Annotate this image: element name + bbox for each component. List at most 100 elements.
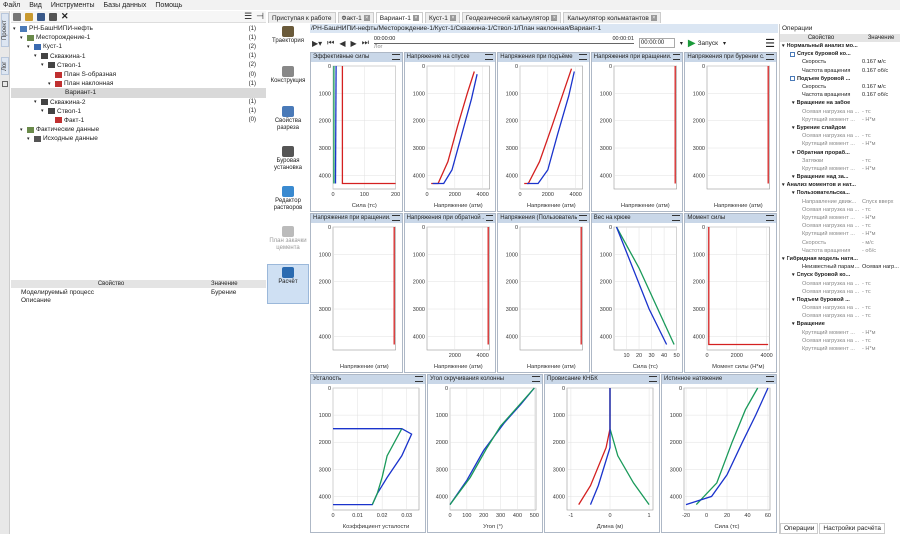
expand-icon[interactable]: ▾: [792, 297, 795, 303]
expand-icon[interactable]: ▾: [782, 43, 785, 49]
chart-menu-icon[interactable]: [672, 54, 681, 60]
play-icon[interactable]: ▶▾: [312, 39, 322, 48]
expand-icon[interactable]: ▾: [792, 272, 795, 278]
operation-row[interactable]: Осевая нагрузка на ... - тс: [780, 222, 900, 230]
menu-icon[interactable]: ☰: [244, 11, 252, 22]
pin-icon[interactable]: ⊣: [256, 11, 264, 22]
tool-button[interactable]: План закачки цемента: [267, 224, 309, 264]
tree-item[interactable]: Факт-1 (0): [11, 116, 266, 125]
run-button[interactable]: ▶ Запуск: [688, 38, 718, 49]
expand-icon[interactable]: ▾: [48, 81, 53, 87]
step-forward-icon[interactable]: ▶: [351, 39, 357, 48]
operation-row[interactable]: Крутящий момент ... - Н*м: [780, 230, 900, 238]
operation-row[interactable]: Осевая нагрузка на ... - тс: [780, 304, 900, 312]
expand-icon[interactable]: ▾: [792, 321, 795, 327]
skip-start-icon[interactable]: ⏮: [327, 38, 334, 48]
tree-item[interactable]: ▾ Куст-1 (2): [11, 42, 266, 51]
operation-row[interactable]: Крутящий момент ... - Н*м: [780, 329, 900, 337]
operation-row[interactable]: Направление движ... Спуск вверх: [780, 198, 900, 206]
operation-row[interactable]: Осевая нагрузка на ... - тс: [780, 337, 900, 345]
operation-row[interactable]: Осевая нагрузка на ... - тс: [780, 108, 900, 116]
tree-item[interactable]: ▾ Исходные данные: [11, 134, 266, 143]
properties-row[interactable]: Моделируемый процесс Бурение: [11, 288, 266, 296]
chart-menu-icon[interactable]: [579, 215, 587, 221]
expand-icon[interactable]: ▾: [20, 127, 25, 133]
menu-item[interactable]: Инструменты: [51, 2, 95, 9]
operation-row[interactable]: Скорость 0.167 м/с: [780, 58, 900, 66]
tree-item[interactable]: ▾ Ствол-1 (1): [11, 107, 266, 116]
step-back-icon[interactable]: ◀: [339, 39, 345, 48]
new-file-icon[interactable]: [13, 12, 21, 21]
chart-menu-icon[interactable]: [391, 54, 400, 60]
tool-button[interactable]: Конструкция: [267, 64, 309, 104]
operation-row[interactable]: ▾ Пользовательска...: [780, 189, 900, 197]
expand-icon[interactable]: ▾: [20, 35, 25, 41]
expand-icon[interactable]: ▾: [34, 99, 39, 105]
operation-row[interactable]: ▾ Обратная прораб...: [780, 148, 900, 156]
operation-row[interactable]: Крутящий момент ... - Н*м: [780, 140, 900, 148]
close-tab-icon[interactable]: ×: [551, 15, 558, 21]
operation-row[interactable]: ▾ Подъем буровой ...: [780, 296, 900, 304]
operation-row[interactable]: Крутящий момент ... - Н*м: [780, 165, 900, 173]
operation-row[interactable]: ▾ Вращение над за...: [780, 173, 900, 181]
operation-row[interactable]: Скорость 0.167 м/с: [780, 83, 900, 91]
operation-row[interactable]: Крутящий момент ... - Н*м: [780, 345, 900, 353]
operations-tab[interactable]: Настройки расчёта: [819, 523, 886, 534]
timeline[interactable]: 00:00:00 00:00:01 Лог: [373, 36, 634, 50]
document-tab[interactable]: Приступая к работе: [268, 12, 336, 23]
menu-item[interactable]: Помощь: [155, 2, 182, 9]
expand-icon[interactable]: ▾: [792, 100, 795, 106]
checkbox[interactable]: [790, 76, 795, 82]
tool-button[interactable]: Свойства разреза: [267, 104, 309, 144]
operation-row[interactable]: ▾ Вращение на забое: [780, 99, 900, 107]
chart-menu-icon[interactable]: [765, 215, 774, 221]
run-dropdown-icon[interactable]: ▾: [723, 40, 726, 47]
operation-row[interactable]: Частота вращения 0.167 об/с: [780, 67, 900, 75]
menu-item[interactable]: Базы данных: [104, 2, 147, 9]
side-tab[interactable]: Лог: [1, 57, 9, 75]
operation-row[interactable]: Осевая нагрузка на ... - тс: [780, 312, 900, 320]
tree-item[interactable]: ▾ РН-БашНИПИ-нефть (1): [11, 24, 266, 33]
tree-item[interactable]: ▾ План наклонная (1): [11, 79, 266, 88]
operation-row[interactable]: Крутящий момент ... - Н*м: [780, 214, 900, 222]
tool-button[interactable]: Буровая установка: [267, 144, 309, 184]
operation-row[interactable]: Частота вращения 0.167 об/с: [780, 91, 900, 99]
operation-row[interactable]: Частота вращения - об/с: [780, 247, 900, 255]
operation-row[interactable]: ▾ Спуск буровой ко...: [780, 271, 900, 279]
chart-menu-icon[interactable]: [485, 215, 494, 221]
close-tab-icon[interactable]: ×: [449, 15, 456, 21]
checkbox[interactable]: [790, 51, 795, 57]
document-tab[interactable]: Геодезический калькулятор ×: [461, 12, 562, 23]
tree-item[interactable]: План S-образная (0): [11, 70, 266, 79]
tree-item[interactable]: ▾ Фактические данные: [11, 125, 266, 134]
chart-menu-icon[interactable]: [766, 376, 774, 382]
tree-item[interactable]: ▾ Ствол-1 (2): [11, 61, 266, 70]
tree-item[interactable]: ▾ Скважина-2 (1): [11, 98, 266, 107]
timeline-track[interactable]: [373, 43, 634, 44]
grid-icon[interactable]: [2, 81, 8, 87]
expand-icon[interactable]: ▾: [792, 190, 795, 196]
expand-icon[interactable]: ▾: [27, 44, 32, 50]
operation-row[interactable]: Скорость - м/с: [780, 239, 900, 247]
expand-icon[interactable]: ▾: [13, 26, 18, 32]
document-tab[interactable]: Калькулятор кольматантов ×: [563, 12, 661, 23]
save-icon[interactable]: [37, 12, 45, 21]
expand-icon[interactable]: ▾: [41, 62, 46, 68]
operation-row[interactable]: Затяжки - тс: [780, 157, 900, 165]
expand-icon[interactable]: ▾: [41, 108, 46, 114]
document-tab[interactable]: Факт-1 ×: [337, 12, 374, 23]
tool-button[interactable]: Расчёт: [267, 264, 309, 304]
operations-tab[interactable]: Операции: [780, 523, 819, 534]
menu-item[interactable]: Вид: [29, 2, 42, 9]
chart-menu-icon[interactable]: [578, 54, 587, 60]
operation-row[interactable]: ▾ Нормальный анализ мо...: [780, 42, 900, 50]
chart-menu-icon[interactable]: [415, 376, 423, 382]
expand-icon[interactable]: ▾: [27, 136, 32, 142]
time-select[interactable]: 00:00:00: [638, 38, 675, 48]
expand-icon[interactable]: ▾: [34, 53, 39, 59]
tree-item[interactable]: Вариант-1: [11, 88, 266, 98]
operation-row[interactable]: Спуск буровой ко...: [780, 50, 900, 58]
operation-row[interactable]: ▾ Гибридная модель натя...: [780, 255, 900, 263]
operation-row[interactable]: Осевая нагрузка на ... - тс: [780, 132, 900, 140]
expand-icon[interactable]: ▾: [782, 256, 785, 262]
